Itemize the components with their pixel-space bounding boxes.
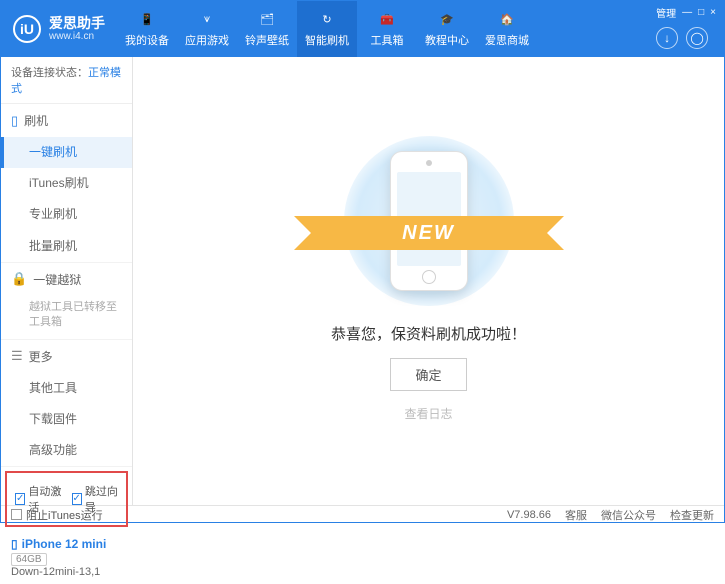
status-label: 设备连接状态： [11, 67, 88, 79]
device-storage: 64GB [11, 553, 47, 566]
success-illustration: NEW [334, 141, 524, 301]
checkbox-block-itunes[interactable]: 阻止iTunes运行 [11, 507, 103, 523]
ok-button[interactable]: 确定 [390, 358, 466, 391]
section-jailbreak: 🔒 一键越狱 越狱工具已转移至工具箱 [1, 263, 132, 340]
main-nav: 📱 我的设备 ⩛ 应用游戏 🗂 铃声壁纸 ↻ 智能刷机 🧰 工具箱 🎓 教程中心 🏠 爱思商城 [117, 1, 652, 57]
app-header: iU 爱思助手 www.i4.cn 📱 我的设备 ⩛ 应用游戏 🗂 铃声壁纸 ↻ 智能刷… [1, 1, 724, 57]
view-log-link[interactable]: 查看日志 [404, 405, 452, 422]
nav-label: 爱思商城 [485, 32, 529, 48]
app-url: www.i4.cn [49, 31, 105, 42]
lock-icon: 🔒 [11, 271, 27, 287]
device-name[interactable]: ▯ iPhone 12 mini [11, 537, 122, 551]
app-name: 爱思助手 [49, 16, 105, 31]
nav-label: 工具箱 [371, 32, 404, 48]
check-icon: ✓ [72, 493, 82, 505]
nav-label: 智能刷机 [305, 32, 349, 48]
nav-apps-games[interactable]: ⩛ 应用游戏 [177, 1, 237, 57]
sidebar-item-other-tools[interactable]: 其他工具 [1, 373, 132, 404]
nav-tutorial[interactable]: 🎓 教程中心 [417, 1, 477, 57]
sidebar-item-oneclick-flash[interactable]: 一键刷机 [1, 137, 132, 168]
check-icon: ✓ [15, 493, 25, 505]
device-icon: 📱 [138, 11, 156, 29]
checkbox-label: 阻止iTunes运行 [26, 507, 103, 523]
refresh-icon: ↻ [318, 11, 336, 29]
logo-icon: iU [13, 15, 41, 43]
sidebar-item-pro-flash[interactable]: 专业刷机 [1, 199, 132, 230]
window-controls: 管理 — □ × [656, 5, 716, 20]
ribbon-text: NEW [314, 216, 544, 250]
nav-my-device[interactable]: 📱 我的设备 [117, 1, 177, 57]
maximize-button[interactable]: □ [698, 7, 704, 18]
toolbox-icon: 🧰 [378, 11, 396, 29]
header-right: 管理 — □ × ↓ ◯ [652, 1, 724, 57]
device-name-label: iPhone 12 mini [22, 537, 107, 551]
menu-icon: ☰ [11, 348, 23, 364]
close-button[interactable]: × [710, 7, 716, 18]
section-title: 一键越狱 [33, 271, 81, 288]
logo-area: iU 爱思助手 www.i4.cn [1, 1, 117, 57]
user-button[interactable]: ◯ [686, 27, 708, 49]
section-title: 更多 [29, 348, 53, 365]
section-head-more[interactable]: ☰ 更多 [1, 340, 132, 373]
success-message: 恭喜您，保资料刷机成功啦！ [331, 323, 526, 344]
check-update-link[interactable]: 检查更新 [670, 507, 714, 523]
sidebar: 设备连接状态：正常模式 ▯刷机 一键刷机 iTunes刷机 专业刷机 批量刷机 … [1, 57, 133, 505]
nav-store[interactable]: 🏠 爱思商城 [477, 1, 537, 57]
nav-ringtone-wallpaper[interactable]: 🗂 铃声壁纸 [237, 1, 297, 57]
home-icon: 🏠 [498, 11, 516, 29]
section-title: 刷机 [24, 112, 48, 129]
content-area: 设备连接状态：正常模式 ▯刷机 一键刷机 iTunes刷机 专业刷机 批量刷机 … [1, 57, 724, 505]
sidebar-item-itunes-flash[interactable]: iTunes刷机 [1, 168, 132, 199]
download-button[interactable]: ↓ [656, 27, 678, 49]
footer-left: 阻止iTunes运行 [11, 507, 103, 523]
sidebar-item-download-firmware[interactable]: 下载固件 [1, 404, 132, 435]
new-ribbon: NEW [314, 216, 544, 250]
sidebar-item-advanced[interactable]: 高级功能 [1, 435, 132, 466]
connection-status: 设备连接状态：正常模式 [1, 57, 132, 104]
nav-toolbox[interactable]: 🧰 工具箱 [357, 1, 417, 57]
checkbox-icon [11, 509, 22, 520]
nav-label: 教程中心 [425, 32, 469, 48]
main-panel: NEW 恭喜您，保资料刷机成功啦！ 确定 查看日志 [133, 57, 724, 505]
minimize-button[interactable]: — [682, 7, 692, 18]
graduate-icon: 🎓 [438, 11, 456, 29]
nav-label: 我的设备 [125, 32, 169, 48]
device-down-label: Down-12mini-13,1 [11, 566, 122, 578]
nav-label: 应用游戏 [185, 32, 229, 48]
footer-right: V7.98.66 客服 微信公众号 检查更新 [507, 507, 714, 523]
sidebar-item-batch-flash[interactable]: 批量刷机 [1, 231, 132, 262]
customer-service-link[interactable]: 客服 [565, 507, 587, 523]
section-more: ☰ 更多 其他工具 下载固件 高级功能 [1, 340, 132, 468]
nav-label: 铃声壁纸 [245, 32, 289, 48]
phone-icon: ▯ [11, 537, 18, 551]
section-flash: ▯ 刷机 一键刷机 iTunes刷机 专业刷机 批量刷机 [1, 104, 132, 263]
wechat-link[interactable]: 微信公众号 [601, 507, 656, 523]
jailbreak-note: 越狱工具已转移至工具箱 [1, 296, 132, 339]
nav-smart-flash[interactable]: ↻ 智能刷机 [297, 1, 357, 57]
device-info: ▯ iPhone 12 mini 64GB Down-12mini-13,1 [1, 531, 132, 584]
apps-icon: ⩛ [198, 11, 216, 29]
section-head-flash[interactable]: ▯ 刷机 [1, 104, 132, 137]
settings-button[interactable]: 管理 [656, 5, 676, 20]
folder-icon: 🗂 [258, 11, 276, 29]
phone-icon: ▯ [11, 113, 18, 129]
section-head-jailbreak: 🔒 一键越狱 [1, 263, 132, 296]
version-label: V7.98.66 [507, 509, 551, 521]
